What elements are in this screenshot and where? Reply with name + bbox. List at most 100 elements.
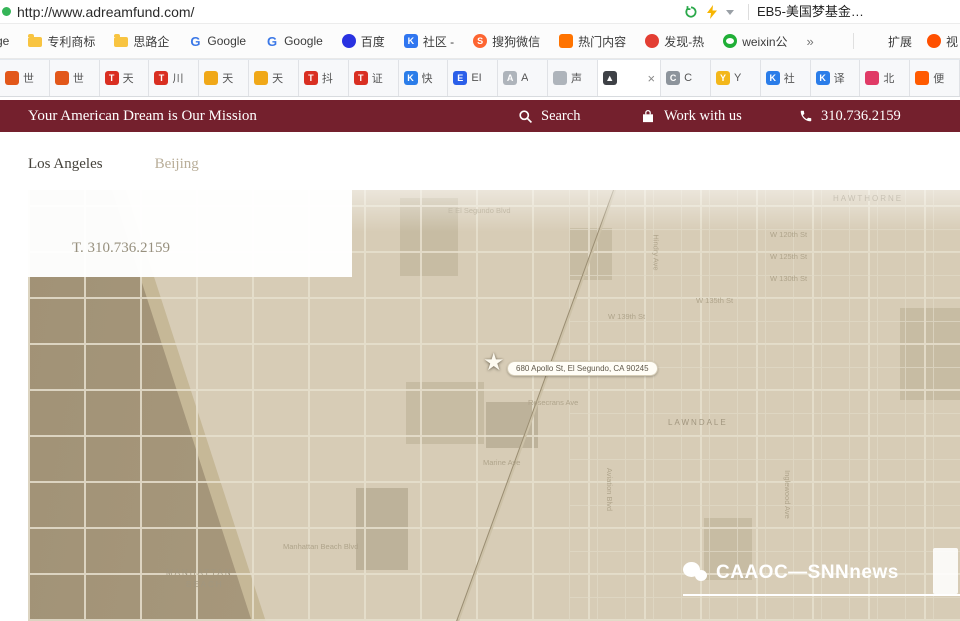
map-street-label: W 125th St — [770, 252, 807, 261]
toolbar-item[interactable]: 扩展 — [869, 33, 912, 50]
browser-tabstrip: 世世T天T川天天T抖T证K快EEIAA声▲×CCYYK社K译北便 — [0, 59, 960, 97]
toolbar-item-label: 扩展 — [888, 33, 912, 50]
bag-icon — [640, 109, 656, 124]
bookmark-item[interactable]: 思路企 — [114, 33, 169, 50]
wechat-icon — [683, 562, 708, 584]
hot-icon — [559, 34, 573, 48]
bookmark-item[interactable]: 百度 — [342, 33, 385, 50]
tab-favicon: K — [766, 71, 780, 85]
tab-favicon: T — [105, 71, 119, 85]
google-icon: G — [265, 34, 279, 48]
browser-tab[interactable]: 世 — [50, 60, 100, 96]
site-mission-text: Your American Dream is Our Mission — [28, 100, 257, 132]
kblue-icon: K — [404, 34, 418, 48]
tab-title: 译 — [834, 70, 845, 86]
tab-beijing[interactable]: Beijing — [155, 156, 199, 180]
baidu-icon — [342, 34, 356, 48]
bookmark-label: 热门内容 — [578, 33, 626, 50]
toolbar-right-items: 扩展 视 — [869, 33, 958, 50]
browser-tab[interactable]: AA — [498, 60, 548, 96]
url-dropdown-icon[interactable] — [726, 10, 734, 15]
bookmark-label: ge — [0, 34, 9, 48]
work-with-us-button[interactable]: Work with us — [640, 100, 742, 132]
map-street-grid-fine — [569, 190, 960, 621]
browser-tab[interactable]: K译 — [811, 60, 861, 96]
speed-boost-icon[interactable] — [707, 5, 717, 19]
address-actions — [684, 0, 734, 24]
google-icon: G — [188, 34, 202, 48]
map-control[interactable] — [933, 548, 958, 594]
tab-favicon: T — [354, 71, 368, 85]
tab-favicon — [55, 71, 69, 85]
bookmarks-overflow-icon[interactable]: » — [807, 34, 814, 49]
browser-tab[interactable]: 天 — [199, 60, 249, 96]
map-canvas[interactable]: HAWTHORNELAWNDALEMANHATTANBEACHE El Segu… — [28, 190, 960, 621]
map-area-label: BEACH — [186, 580, 224, 589]
browser-tab[interactable]: 世 — [0, 60, 50, 96]
browser-tab[interactable]: YY — [711, 60, 761, 96]
tab-title: 社 — [784, 70, 795, 86]
bookmark-item[interactable]: G Google — [265, 34, 323, 48]
phone-button[interactable]: 310.736.2159 — [799, 100, 901, 132]
bookmark-item[interactable]: S搜狗微信 — [473, 33, 540, 50]
search-button[interactable]: Search — [518, 100, 580, 132]
tab-favicon: K — [404, 71, 418, 85]
map-street-label: Hindry Ave — [652, 234, 661, 270]
tab-title: C — [684, 72, 692, 84]
browser-tab[interactable]: T天 — [100, 60, 150, 96]
browser-tab[interactable]: T抖 — [299, 60, 349, 96]
bookmarks-bar: ge专利商标思路企GGoogleGGoogle百度K社区 -S搜狗微信热门内容发… — [0, 24, 960, 59]
browser-tab[interactable]: T证 — [349, 60, 399, 96]
browser-tab[interactable]: 天 — [249, 60, 299, 96]
map-street-label: Rosecrans Ave — [528, 398, 578, 407]
watermark-underline — [683, 594, 960, 596]
tab-title: 证 — [372, 70, 383, 86]
site-header: Your American Dream is Our Mission Searc… — [0, 100, 960, 132]
tab-los-angeles[interactable]: Los Angeles — [28, 156, 103, 180]
toolbar-item[interactable]: 视 — [927, 33, 958, 50]
sogou-icon: S — [473, 34, 487, 48]
bookmark-item[interactable]: K社区 - — [404, 33, 454, 50]
address-url: http://www.adreamfund.com/ — [17, 4, 194, 20]
tab-title: 北 — [883, 70, 894, 86]
browser-tab[interactable]: 便 — [910, 60, 960, 96]
browser-tab[interactable]: 北 — [860, 60, 910, 96]
browser-tab-active[interactable]: ▲× — [598, 60, 661, 96]
bookmark-item[interactable]: GGoogle — [188, 34, 246, 48]
tab-favicon: A — [503, 71, 517, 85]
blocks-icon — [869, 34, 883, 48]
search-icon — [518, 109, 533, 124]
toolbar-item-label: 视 — [946, 33, 958, 50]
bookmark-item[interactable]: weixin公 — [723, 33, 787, 50]
tab-close-icon[interactable]: × — [645, 72, 656, 85]
refresh-icon[interactable] — [684, 5, 698, 19]
contact-info-panel: T. 310.736.2159 — [28, 190, 352, 277]
browser-tab[interactable]: T川 — [149, 60, 199, 96]
map-pin-icon[interactable] — [483, 348, 505, 377]
browser-tab[interactable]: CC — [661, 60, 711, 96]
reds-icon — [645, 34, 659, 48]
browser-tab[interactable]: EEI — [448, 60, 498, 96]
bookmark-item[interactable]: ge — [0, 34, 9, 48]
map-area-label: MANHATTAN — [166, 568, 233, 577]
divider — [853, 33, 854, 49]
browser-tab[interactable]: K社 — [761, 60, 811, 96]
tab-title: EI — [471, 72, 481, 84]
bookmark-item[interactable]: 热门内容 — [559, 33, 626, 50]
browser-tab[interactable]: K快 — [399, 60, 449, 96]
browser-tab[interactable]: 声 — [548, 60, 598, 96]
bookmark-item[interactable]: 发现-热 — [645, 33, 704, 50]
tab-favicon — [553, 71, 567, 85]
contact-phone: T. 310.736.2159 — [72, 240, 170, 257]
map-top-fade — [352, 190, 960, 232]
window-title: EB5-美国梦基金… — [757, 0, 960, 24]
bookmark-label: 思路企 — [133, 33, 169, 50]
address-bar[interactable]: http://www.adreamfund.com/ EB5-美国梦基金… — [0, 0, 960, 24]
tab-title: 天 — [272, 70, 283, 86]
map-street-label: Marine Ave — [483, 458, 520, 467]
bookmark-item[interactable]: 专利商标 — [28, 33, 95, 50]
bookmark-label: Google — [284, 34, 323, 48]
map-area-label: LAWNDALE — [668, 418, 728, 427]
tab-favicon — [915, 71, 929, 85]
map-street-label: W 135th St — [696, 296, 733, 305]
